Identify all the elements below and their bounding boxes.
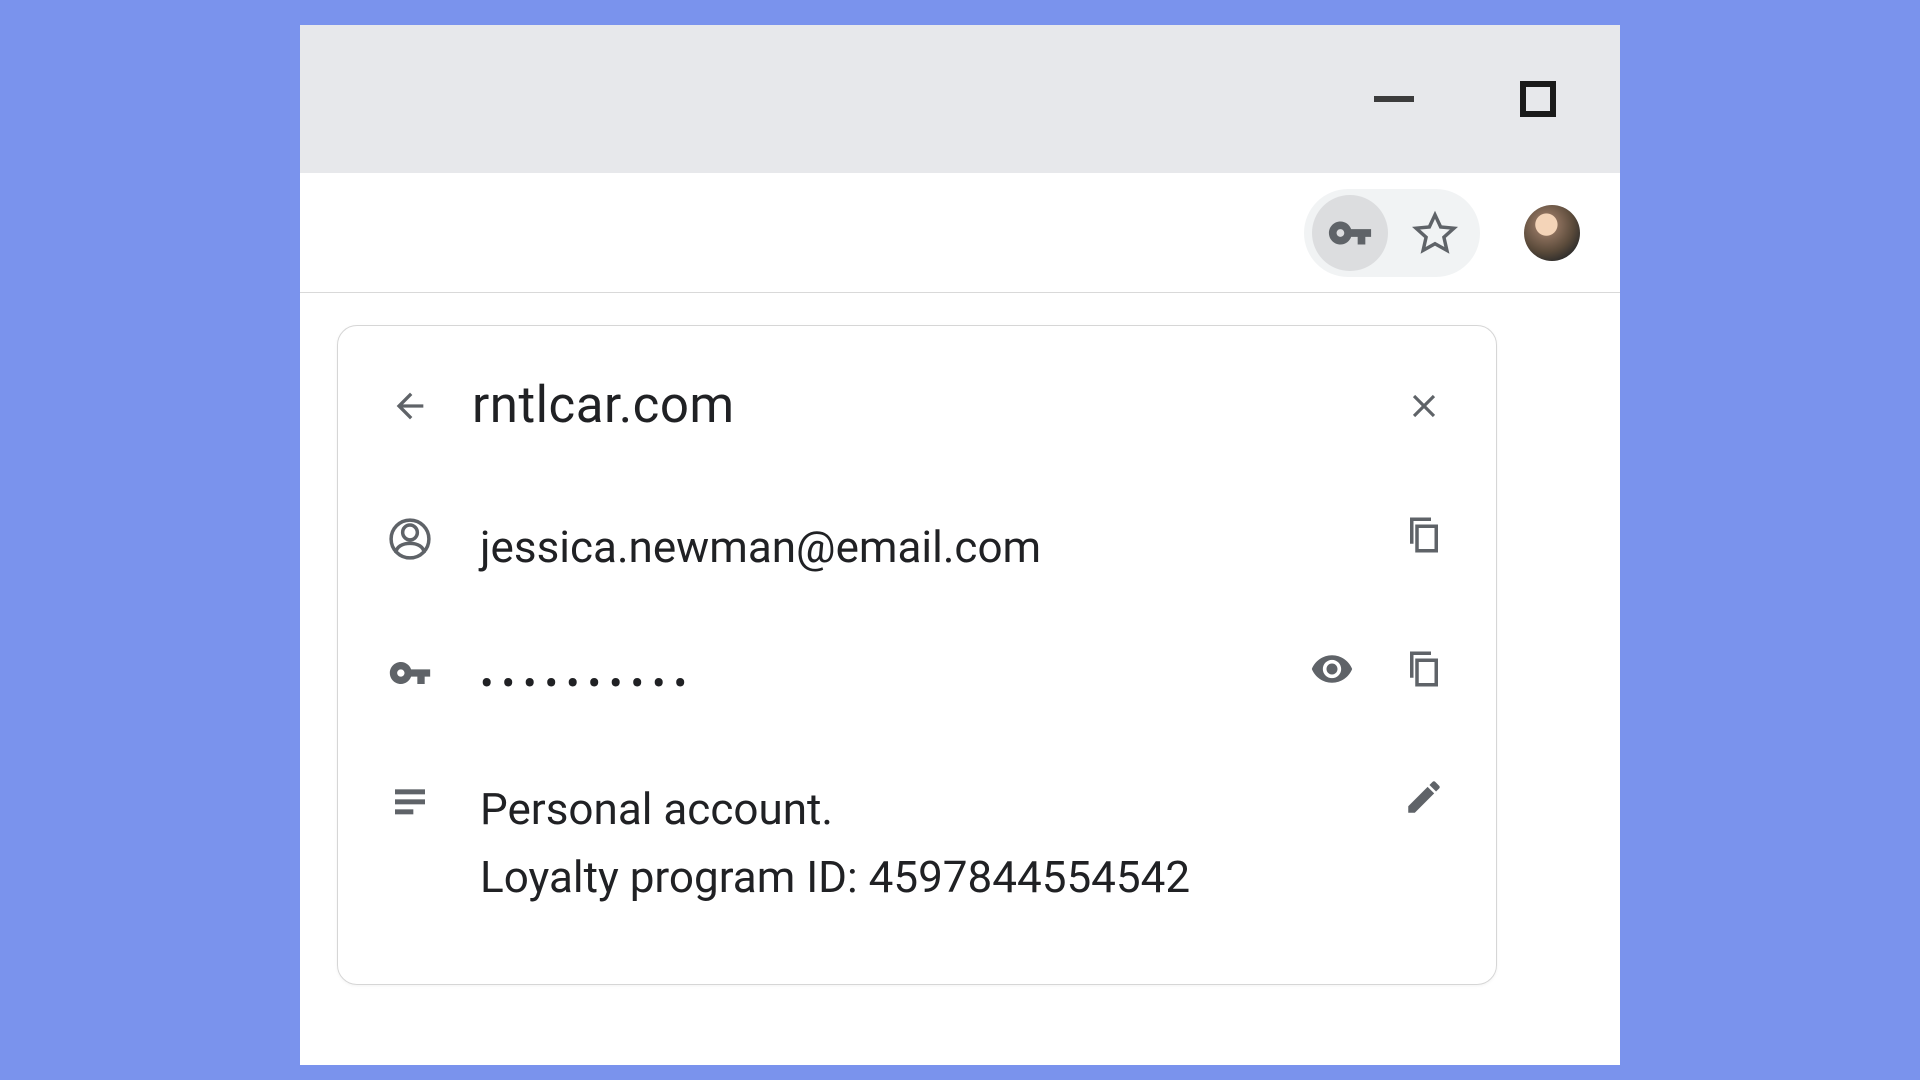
copy-password-button[interactable] [1402,647,1446,691]
browser-toolbar [300,173,1620,293]
key-icon [388,651,432,695]
password-row: •••••••••• [388,647,1446,709]
edit-note-button[interactable] [1402,775,1446,819]
popup-header: rntlcar.com [388,376,1446,435]
password-manager-button[interactable] [1312,195,1388,271]
username-row: jessica.newman@email.com [388,513,1446,581]
note-line-2: Loyalty program ID: 4597844554542 [480,843,1354,911]
addressbar-actions [1304,189,1480,277]
site-name: rntlcar.com [472,376,735,435]
maximize-button[interactable] [1516,77,1560,121]
star-icon [1412,210,1458,256]
back-button[interactable] [388,384,432,428]
notes-icon [388,779,432,823]
bookmark-button[interactable] [1412,210,1458,256]
close-icon [1405,387,1443,425]
copy-icon [1403,648,1445,690]
key-icon [1327,210,1373,256]
password-value: •••••••••• [480,653,1262,715]
note-line-1: Personal account. [480,775,1354,843]
note-value: Personal account. Loyalty program ID: 45… [480,775,1354,911]
pencil-icon [1403,776,1445,818]
arrow-left-icon [390,386,430,426]
copy-icon [1403,514,1445,556]
profile-avatar[interactable] [1524,205,1580,261]
username-value: jessica.newman@email.com [480,513,1354,581]
show-password-button[interactable] [1310,647,1354,691]
window-titlebar [300,25,1620,173]
note-row: Personal account. Loyalty program ID: 45… [388,775,1446,911]
eye-icon [1310,645,1354,693]
minimize-button[interactable] [1372,77,1416,121]
password-details-popup: rntlcar.com jessica.newman@email.com [337,325,1497,985]
browser-window: rntlcar.com jessica.newman@email.com [300,25,1620,1065]
person-icon [388,517,432,561]
copy-username-button[interactable] [1402,513,1446,557]
close-button[interactable] [1402,384,1446,428]
